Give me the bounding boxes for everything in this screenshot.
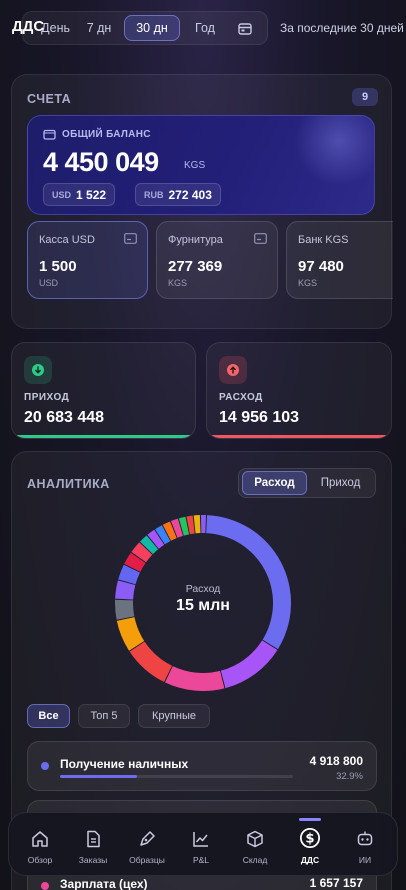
expense-accent-bar bbox=[207, 435, 391, 438]
nav-label: ДДС bbox=[300, 855, 320, 865]
card-icon bbox=[254, 233, 267, 244]
nav-label: Обзор bbox=[27, 855, 53, 865]
income-accent-bar bbox=[12, 435, 195, 438]
page-title: ДДС bbox=[12, 18, 45, 35]
account-name: Касса USD bbox=[39, 234, 95, 246]
expense-label: РАСХОД bbox=[219, 392, 263, 403]
income-value: 20 683 448 bbox=[24, 409, 105, 426]
nav-item-overview[interactable]: Обзор bbox=[14, 813, 66, 877]
calendar-icon bbox=[238, 22, 252, 35]
nav-item-warehouse[interactable]: Склад bbox=[229, 813, 281, 877]
expense-icon-box bbox=[219, 356, 247, 384]
total-balance-amount: 4 450 049 bbox=[43, 147, 159, 177]
donut-center-value: 15 млн bbox=[176, 597, 230, 614]
account-value: 277 369 bbox=[168, 258, 223, 275]
card-icon bbox=[124, 233, 137, 244]
period-label: За последние 30 дней bbox=[280, 21, 404, 35]
arrow-down-circle-icon bbox=[32, 364, 44, 376]
total-balance-card[interactable]: ОБЩИЙ БАЛАНС 4 450 049 KGS USD 1 522 RUB… bbox=[27, 115, 375, 215]
toggle-expense-button[interactable]: Расход bbox=[242, 471, 307, 495]
pen-icon bbox=[140, 831, 155, 846]
category-color-dot bbox=[41, 882, 49, 890]
nav-label: P&L bbox=[192, 855, 210, 865]
analytics-type-toggle: Расход Приход bbox=[238, 468, 376, 498]
accounts-title: СЧЕТА bbox=[27, 92, 72, 106]
toggle-income-button[interactable]: Приход bbox=[309, 471, 372, 495]
chip-value: 1 522 bbox=[76, 187, 107, 202]
total-balance-label: ОБЩИЙ БАЛАНС bbox=[62, 129, 151, 140]
category-percent: 32.9% bbox=[336, 771, 363, 782]
category-amount: 1 657 157 bbox=[309, 876, 363, 890]
total-balance-header: ОБЩИЙ БАЛАНС bbox=[43, 129, 151, 140]
filter-large-button[interactable]: Крупные bbox=[138, 704, 210, 728]
nav-item-orders[interactable]: Заказы bbox=[67, 813, 119, 877]
document-icon bbox=[87, 830, 100, 848]
account-currency: KGS bbox=[168, 278, 188, 288]
box-icon bbox=[247, 830, 263, 848]
chip-currency-code: USD bbox=[52, 189, 72, 200]
period-7d-button[interactable]: 7 дн bbox=[76, 15, 122, 41]
bottom-nav: Обзор Заказы Образцы P&L Склад $ ДДС ИИ bbox=[8, 812, 398, 876]
category-amount: 4 918 800 bbox=[309, 754, 363, 768]
account-value: 97 480 bbox=[298, 258, 344, 275]
filter-top5-button[interactable]: Топ 5 bbox=[78, 704, 130, 728]
robot-icon bbox=[357, 831, 373, 846]
donut-slice-2[interactable] bbox=[164, 666, 225, 691]
balance-chip-usd: USD 1 522 bbox=[43, 183, 116, 206]
nav-label: Образцы bbox=[129, 855, 165, 865]
header: День 7 дн 30 дн Год ДДС За последние 30 … bbox=[0, 0, 406, 58]
nav-label: Заказы bbox=[78, 855, 108, 865]
category-progress-fill bbox=[60, 775, 137, 778]
chip-value: 272 403 bbox=[168, 187, 212, 202]
calendar-button[interactable] bbox=[230, 15, 260, 41]
accounts-count-badge: 9 bbox=[352, 88, 378, 106]
period-30d-button[interactable]: 30 дн bbox=[124, 15, 180, 41]
analytics-title: АНАЛИТИКА bbox=[27, 477, 110, 491]
nav-label: Склад bbox=[242, 855, 268, 865]
account-card-bank-kgs[interactable]: Банк KGS 97 480 KGS bbox=[286, 221, 393, 299]
income-label: ПРИХОД bbox=[24, 392, 70, 403]
income-icon-box bbox=[24, 356, 52, 384]
dollar-coin-icon: $ bbox=[299, 827, 321, 849]
donut-center-label: Расход bbox=[185, 583, 221, 595]
account-name: Фурнитура bbox=[168, 234, 223, 246]
chip-currency-code: RUB bbox=[144, 189, 164, 200]
donut-slice-17[interactable] bbox=[193, 515, 201, 534]
account-card-kassa-usd[interactable]: Касса USD 1 500 USD bbox=[27, 221, 148, 299]
nav-item-dds[interactable]: $ ДДС bbox=[284, 813, 336, 877]
arrow-up-circle-icon bbox=[227, 364, 239, 376]
income-card[interactable]: ПРИХОД 20 683 448 bbox=[11, 342, 196, 439]
nav-label: ИИ bbox=[358, 855, 372, 865]
category-color-dot bbox=[41, 762, 49, 770]
wallet-icon bbox=[43, 129, 56, 140]
nav-item-samples[interactable]: Образцы bbox=[121, 813, 173, 877]
total-balance-currency: KGS bbox=[184, 160, 206, 171]
category-row[interactable]: Получение наличных 4 918 800 32.9% bbox=[27, 741, 377, 791]
home-icon bbox=[32, 831, 48, 847]
account-currency: USD bbox=[39, 278, 59, 288]
account-card-furnitura[interactable]: Фурнитура 277 369 KGS bbox=[156, 221, 278, 299]
chart-line-icon bbox=[193, 832, 208, 847]
category-name: Зарплата (цех) bbox=[60, 877, 148, 890]
donut-slice-1[interactable] bbox=[220, 640, 278, 689]
nav-active-indicator bbox=[299, 818, 321, 821]
account-name: Банк KGS bbox=[298, 234, 349, 246]
expense-card[interactable]: РАСХОД 14 956 103 bbox=[206, 342, 392, 439]
period-selector: День 7 дн 30 дн Год bbox=[22, 11, 268, 45]
category-name: Получение наличных bbox=[60, 757, 189, 771]
svg-text:$: $ bbox=[305, 832, 314, 847]
expense-value: 14 956 103 bbox=[219, 409, 300, 426]
account-value: 1 500 bbox=[39, 258, 77, 275]
balance-chip-rub: RUB 272 403 bbox=[135, 183, 221, 206]
account-currency: KGS bbox=[298, 278, 318, 288]
period-year-button[interactable]: Год bbox=[182, 15, 228, 41]
donut-slice-3[interactable] bbox=[129, 641, 173, 682]
category-progress-track bbox=[60, 775, 293, 778]
filter-all-button[interactable]: Все bbox=[27, 704, 70, 728]
nav-item-pnl[interactable]: P&L bbox=[175, 813, 227, 877]
donut-slice-18[interactable] bbox=[200, 515, 206, 534]
nav-item-ai[interactable]: ИИ bbox=[339, 813, 391, 877]
accounts-card: СЧЕТА 9 ОБЩИЙ БАЛАНС 4 450 049 KGS USD 1… bbox=[11, 74, 393, 329]
